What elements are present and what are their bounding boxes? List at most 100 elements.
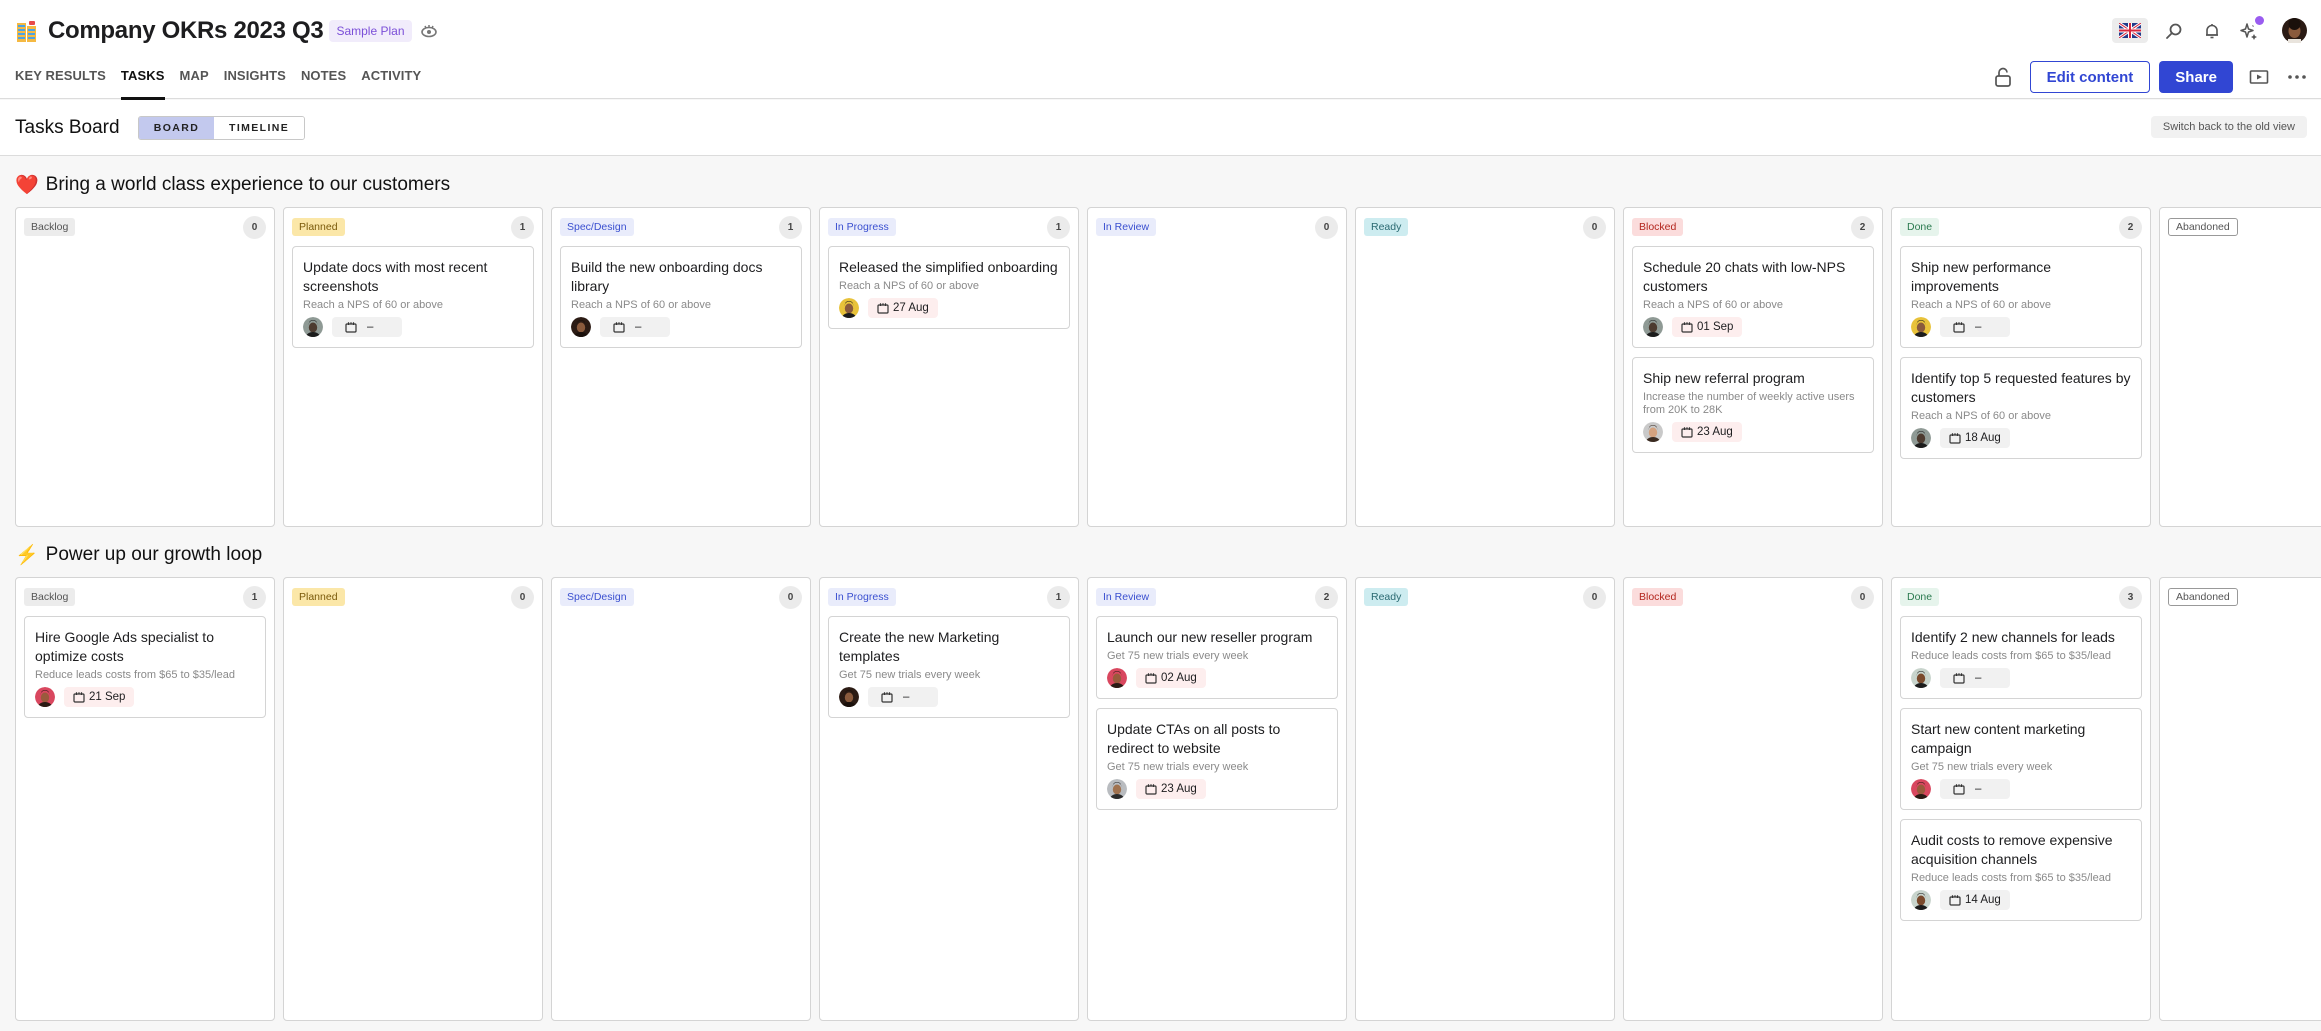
status-label: Backlog: [24, 218, 76, 236]
assignee-avatar[interactable]: [1911, 317, 1931, 337]
calendar-icon: [1949, 895, 1961, 906]
sample-plan-badge: Sample Plan: [329, 20, 412, 42]
unlock-icon[interactable]: [1992, 66, 2014, 88]
assignee-avatar[interactable]: [839, 298, 859, 318]
task-count: 2: [2119, 215, 2142, 239]
status-column-blocked: Blocked 0: [1623, 577, 1883, 1021]
share-button[interactable]: Share: [2159, 61, 2233, 93]
task-meta: –: [571, 317, 791, 337]
calendar-icon: [1953, 784, 1965, 795]
key-result-label: Get 75 new trials every week: [1107, 650, 1249, 662]
assignee-avatar[interactable]: [1643, 422, 1663, 442]
notification-dot: [2255, 15, 2264, 25]
task-meta: 18 Aug: [1911, 428, 2131, 448]
column-header: Spec/Design 1: [560, 215, 802, 239]
tab-key-results[interactable]: KEY RESULTS: [15, 66, 106, 99]
due-date-chip[interactable]: 01 Sep: [1672, 317, 1743, 337]
due-date-chip[interactable]: –: [868, 687, 938, 707]
search-button[interactable]: [2162, 19, 2186, 43]
task-card[interactable]: Build the new onboarding docs library Re…: [560, 246, 802, 348]
view-board-option[interactable]: BOARD: [139, 117, 214, 139]
due-date-chip[interactable]: 02 Aug: [1136, 668, 1206, 688]
watch-eye-icon[interactable]: [420, 22, 438, 40]
task-title: Ship new performance improvements: [1911, 259, 2052, 294]
column-header: Backlog 1: [24, 585, 266, 609]
switch-old-view-button[interactable]: Switch back to the old view: [2150, 116, 2307, 138]
user-avatar[interactable]: [2282, 18, 2307, 43]
task-count: 1: [511, 215, 534, 239]
status-columns: Backlog 1 Hire Google Ads specialist to …: [15, 577, 2321, 1021]
task-title: Launch our new reseller program: [1107, 629, 1313, 645]
view-timeline-option[interactable]: TIMELINE: [214, 117, 305, 139]
task-card[interactable]: Hire Google Ads specialist to optimize c…: [24, 616, 266, 718]
key-result-label: Increase the number of weekly active use…: [1643, 391, 1855, 416]
assignee-avatar[interactable]: [1911, 428, 1931, 448]
more-options-icon[interactable]: [2287, 68, 2307, 86]
task-card[interactable]: Audit costs to remove expensive acquisit…: [1900, 819, 2142, 921]
due-date-chip[interactable]: 23 Aug: [1672, 422, 1742, 442]
board-title: Tasks Board: [15, 117, 120, 138]
column-header: Abandoned: [2168, 587, 2321, 607]
task-card[interactable]: Update docs with most recent screenshots…: [292, 246, 534, 348]
task-card[interactable]: Create the new Marketing templates Get 7…: [828, 616, 1070, 718]
assignee-avatar[interactable]: [1643, 317, 1663, 337]
status-column-ready: Ready 0: [1355, 577, 1615, 1021]
tab-notes[interactable]: NOTES: [301, 66, 346, 99]
tab-activity[interactable]: ACTIVITY: [361, 66, 421, 99]
lightning-icon: ⚡: [15, 545, 39, 566]
tab-tasks[interactable]: TASKS: [120, 66, 165, 100]
due-date-chip[interactable]: 14 Aug: [1940, 890, 2010, 910]
due-date-chip[interactable]: –: [332, 317, 402, 337]
task-card[interactable]: Identify 2 new channels for leads Reduce…: [1900, 616, 2142, 699]
task-card[interactable]: Identify top 5 requested features by cus…: [1900, 357, 2142, 459]
assignee-avatar[interactable]: [35, 687, 55, 707]
view-toggle: BOARD TIMELINE: [138, 116, 306, 140]
key-result-label: Reach a NPS of 60 or above: [1643, 299, 1784, 311]
calendar-icon: [1953, 322, 1965, 333]
due-date-text: 27 Aug: [893, 302, 929, 314]
tab-insights[interactable]: INSIGHTS: [224, 66, 286, 99]
task-card[interactable]: Launch our new reseller program Get 75 n…: [1096, 616, 1338, 699]
due-date-chip[interactable]: 21 Sep: [64, 687, 135, 707]
due-date-chip[interactable]: –: [1940, 668, 2010, 688]
assignee-avatar[interactable]: [1107, 668, 1127, 688]
status-column-in-review: In Review 0: [1087, 207, 1347, 527]
objective-title[interactable]: ⚡ Power up our growth loop: [15, 543, 262, 567]
assignee-avatar[interactable]: [1911, 779, 1931, 799]
tab-map[interactable]: MAP: [180, 66, 209, 99]
assignee-avatar[interactable]: [1911, 668, 1931, 688]
language-button[interactable]: [2112, 18, 2148, 43]
task-card[interactable]: Ship new referral program Increase the n…: [1632, 357, 1874, 453]
due-date-chip[interactable]: 18 Aug: [1940, 428, 2010, 448]
assignee-avatar[interactable]: [839, 687, 859, 707]
task-card[interactable]: Start new content marketing campaign Get…: [1900, 708, 2142, 810]
status-column-in-review: In Review 2 Launch our new reseller prog…: [1087, 577, 1347, 1021]
key-result-label: Reach a NPS of 60 or above: [303, 299, 444, 311]
task-card[interactable]: Update CTAs on all posts to redirect to …: [1096, 708, 1338, 810]
due-date-chip[interactable]: 23 Aug: [1136, 779, 1206, 799]
assignee-avatar[interactable]: [303, 317, 323, 337]
task-card[interactable]: Schedule 20 chats with low-NPS customers…: [1632, 246, 1874, 348]
column-header: Done 2: [1900, 215, 2142, 239]
task-title: Ship new referral program: [1643, 370, 1805, 386]
due-date-chip[interactable]: –: [1940, 317, 2010, 337]
due-date-chip[interactable]: 27 Aug: [868, 298, 938, 318]
due-date-chip[interactable]: –: [600, 317, 670, 337]
task-card[interactable]: Released the simplified onboarding Reach…: [828, 246, 1070, 329]
notifications-button[interactable]: [2200, 19, 2224, 43]
due-date-text: 02 Aug: [1161, 672, 1197, 684]
edit-content-button[interactable]: Edit content: [2029, 61, 2151, 93]
board-header: Tasks Board BOARD TIMELINE Switch back t…: [0, 100, 2321, 156]
ai-sparkle-button[interactable]: [2238, 15, 2264, 43]
task-card[interactable]: Ship new performance improvements Reach …: [1900, 246, 2142, 348]
task-count: 3: [2119, 585, 2142, 609]
assignee-avatar[interactable]: [571, 317, 591, 337]
task-title: Build the new onboarding docs library: [571, 259, 763, 294]
due-date-chip[interactable]: –: [1940, 779, 2010, 799]
assignee-avatar[interactable]: [1107, 779, 1127, 799]
present-icon[interactable]: [2249, 68, 2269, 86]
calendar-icon: [73, 692, 85, 703]
assignee-avatar[interactable]: [1911, 890, 1931, 910]
objective-title[interactable]: ❤️ Bring a world class experience to our …: [15, 173, 450, 197]
heart-icon: ❤️: [15, 175, 39, 196]
